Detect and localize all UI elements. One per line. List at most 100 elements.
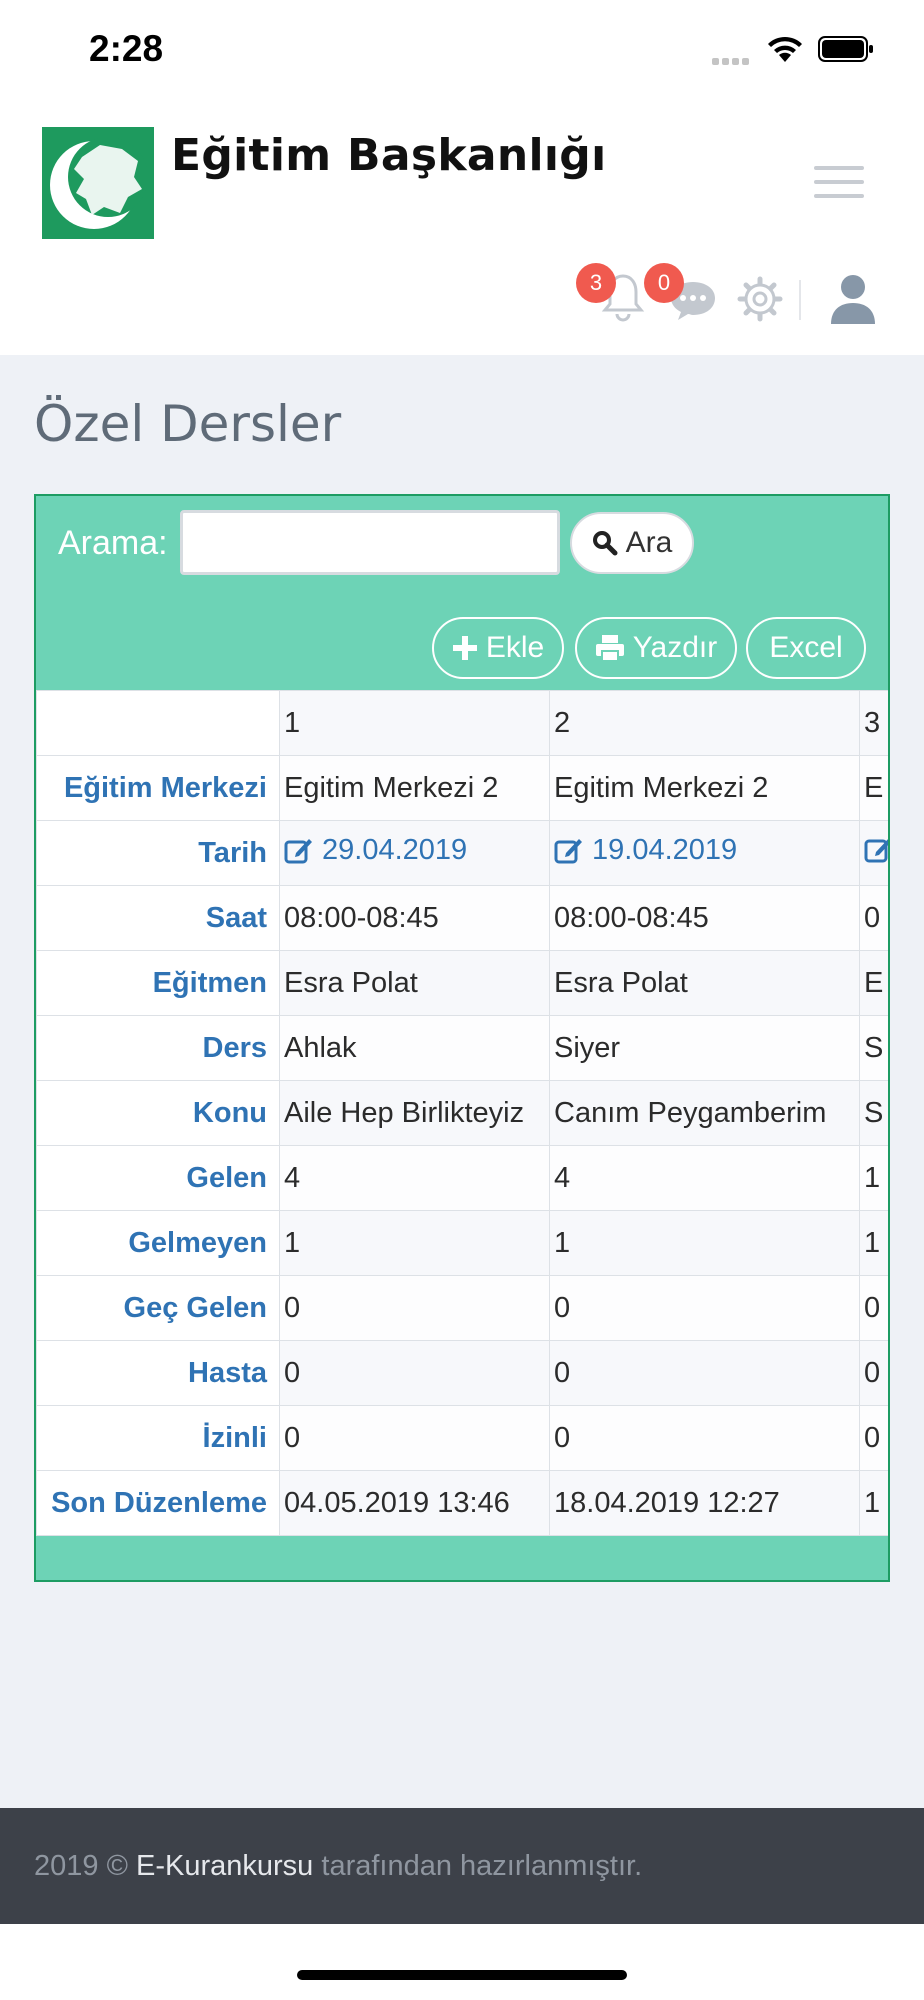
table-cell: 0: [279, 1405, 550, 1471]
row-label: Eğitmen: [36, 950, 280, 1016]
table-cell: 1: [279, 1210, 550, 1276]
footer-text: 2019 © E-Kurankursu tarafından hazırlanm…: [34, 1850, 642, 1883]
table-cell: 04.05.2019 13:46: [279, 1470, 550, 1536]
footer-suffix: tarafından hazırlanmıştır.: [321, 1850, 643, 1882]
table-cell: 08:00-08:45: [279, 885, 550, 951]
search-label: Arama:: [58, 524, 168, 562]
table-cell: 0: [279, 1275, 550, 1341]
message-badge: 0: [644, 263, 684, 303]
table-row: Gelmeyen 1 1 1: [36, 1210, 888, 1276]
footer-prefix: 2019 ©: [34, 1850, 128, 1882]
table-cell: 0: [859, 1405, 888, 1471]
lessons-table: 1 2 3 Eğitim Merkezi Egitim Merkezi 2 Eg…: [36, 690, 888, 1536]
status-time: 2:28: [89, 28, 164, 69]
excel-button[interactable]: Excel: [746, 617, 866, 679]
search-button[interactable]: Ara: [570, 512, 694, 574]
status-bar: 2:28: [0, 0, 924, 100]
table-row: İzinli 0 0 0: [36, 1405, 888, 1471]
table-row: Gelen 4 4 1: [36, 1145, 888, 1211]
gear-icon[interactable]: [737, 276, 783, 322]
table-cell: 0: [279, 1340, 550, 1406]
table-row: Konu Aile Hep Birlikteyiz Canım Peygambe…: [36, 1080, 888, 1146]
table-cell: 19.04.2019: [549, 820, 860, 886]
table-cell: 1: [549, 1210, 860, 1276]
edit-icon: [554, 839, 582, 864]
table-cell: S: [859, 1080, 888, 1146]
lessons-panel: Arama: Ara Ekle Yazdır Excel 1 2 3 Eğiti…: [34, 494, 890, 1582]
table-cell: 18.04.2019 12:27: [549, 1470, 860, 1536]
home-indicator: [297, 1970, 627, 1980]
table-cell: 29.04.2019: [279, 820, 550, 886]
row-label: Gelen: [36, 1145, 280, 1211]
table-cell: 0: [549, 1275, 860, 1341]
table-cell: 0: [859, 885, 888, 951]
notification-badge: 3: [576, 263, 616, 303]
table-cell: Canım Peygamberim: [549, 1080, 860, 1146]
row-label: Saat: [36, 885, 280, 951]
table-row: Ders Ahlak Siyer S: [36, 1015, 888, 1081]
row-label: Geç Gelen: [36, 1275, 280, 1341]
printer-icon: [595, 635, 624, 662]
row-label: İzinli: [36, 1405, 280, 1471]
panel-footer: [36, 1536, 888, 1580]
row-label: Eğitim Merkezi: [36, 755, 280, 821]
table-cell: 1: [859, 1145, 888, 1211]
table-row: Geç Gelen 0 0 0: [36, 1275, 888, 1341]
search-button-label: Ara: [625, 526, 673, 559]
table-row: Saat 08:00-08:45 08:00-08:45 0: [36, 885, 888, 951]
table-cell: Egitim Merkezi 2: [549, 755, 860, 821]
logo: [42, 127, 154, 239]
edit-date-link[interactable]: 29.04.2019: [284, 834, 467, 867]
row-label: Ders: [36, 1015, 280, 1081]
footer-brand-link[interactable]: E-Kurankursu: [136, 1850, 313, 1882]
edit-icon: [864, 839, 888, 863]
battery-icon: [818, 36, 873, 62]
table-row: Tarih 29.04.2019 19.04.2019: [36, 820, 888, 886]
table-row: Hasta 0 0 0: [36, 1340, 888, 1406]
row-label: Hasta: [36, 1340, 280, 1406]
table-cell: Esra Polat: [279, 950, 550, 1016]
table-cell: E: [859, 755, 888, 821]
row-label: Konu: [36, 1080, 280, 1146]
table-row: 1 2 3: [36, 690, 888, 756]
plus-icon: [452, 636, 477, 660]
search-input[interactable]: [180, 510, 560, 575]
column-header: 3: [859, 690, 888, 756]
table-cell: 1: [859, 1210, 888, 1276]
page-title: Özel Dersler: [34, 395, 342, 453]
menu-icon[interactable]: [814, 166, 864, 202]
edit-date-link[interactable]: [864, 835, 888, 863]
column-header: 2: [549, 690, 860, 756]
print-button[interactable]: Yazdır: [575, 617, 737, 679]
header-divider: [799, 280, 801, 320]
table-cell: 4: [279, 1145, 550, 1211]
row-label: Son Düzenleme: [36, 1470, 280, 1536]
corner-cell: [36, 690, 280, 756]
signal-icon: [712, 52, 752, 70]
search-icon: [592, 531, 618, 556]
table-cell: Egitim Merkezi 2: [279, 755, 550, 821]
column-header: 1: [279, 690, 550, 756]
add-button-label: Ekle: [485, 631, 545, 664]
page-footer: 2019 © E-Kurankursu tarafından hazırlanm…: [0, 1808, 924, 1924]
app-header: Eğitim Başkanlığı: [0, 100, 924, 355]
user-icon[interactable]: [828, 272, 878, 326]
table-row: Eğitmen Esra Polat Esra Polat E: [36, 950, 888, 1016]
row-label: Tarih: [36, 820, 280, 886]
table-cell: 0: [549, 1340, 860, 1406]
lessons-table-wrap[interactable]: 1 2 3 Eğitim Merkezi Egitim Merkezi 2 Eg…: [36, 690, 888, 1540]
table-cell: 08:00-08:45: [549, 885, 860, 951]
table-cell: Siyer: [549, 1015, 860, 1081]
wifi-icon: [768, 36, 802, 62]
table-cell: Ahlak: [279, 1015, 550, 1081]
brand-title: Eğitim Başkanlığı: [171, 130, 607, 181]
add-button[interactable]: Ekle: [432, 617, 564, 679]
table-cell: 0: [859, 1340, 888, 1406]
table-cell: 0: [549, 1405, 860, 1471]
table-cell: 1: [859, 1470, 888, 1536]
edit-icon: [284, 839, 312, 864]
edit-date-link[interactable]: 19.04.2019: [554, 834, 737, 867]
table-cell: 0: [859, 1275, 888, 1341]
table-row: Son Düzenleme 04.05.2019 13:46 18.04.201…: [36, 1470, 888, 1536]
table-cell: S: [859, 1015, 888, 1081]
